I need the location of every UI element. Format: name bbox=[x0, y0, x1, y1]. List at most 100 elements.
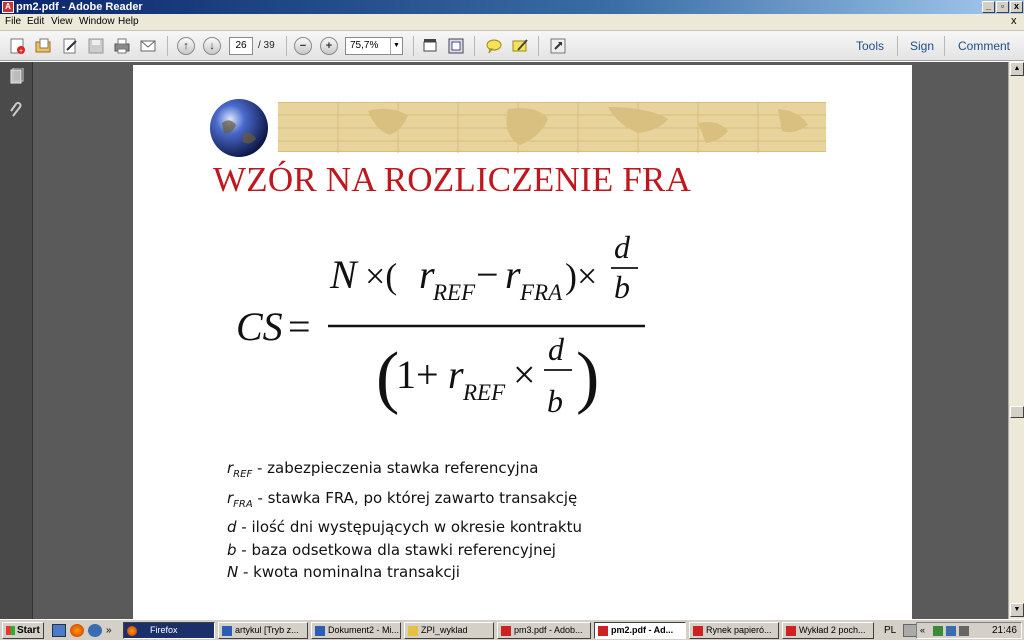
menu-window[interactable]: Window bbox=[79, 16, 115, 27]
windows-logo-icon bbox=[6, 626, 15, 635]
page-thumbnails-icon bbox=[10, 67, 24, 84]
scroll-up-icon[interactable]: ▲ bbox=[1010, 62, 1024, 76]
word-icon bbox=[222, 626, 232, 636]
task-dokument2[interactable]: Dokument2 - Mi... bbox=[311, 622, 401, 639]
task-wyklad2[interactable]: Wykład 2 poch... bbox=[782, 622, 874, 639]
definition-row: rREF - zabezpieczenia stawka referencyjn… bbox=[227, 459, 539, 480]
expand-arrows-icon bbox=[550, 38, 566, 54]
taskbar: Start » Firefox artykul [Tryb z... Dokum… bbox=[0, 619, 1024, 640]
toolbar-separator bbox=[944, 36, 945, 56]
task-pm3-pdf[interactable]: pm3.pdf - Adob... bbox=[497, 622, 591, 639]
vertical-scrollbar[interactable]: ▲ ▼ bbox=[1008, 62, 1024, 619]
menu-view[interactable]: View bbox=[51, 16, 73, 27]
svg-text:×(: ×( bbox=[365, 256, 397, 296]
scroll-down-icon[interactable]: ▼ bbox=[1010, 603, 1024, 617]
chevron-right-icon[interactable]: » bbox=[106, 624, 120, 637]
system-tray: « 21:46 bbox=[916, 622, 1022, 639]
menu-help[interactable]: Help bbox=[118, 16, 139, 27]
comment-bubble-icon bbox=[486, 39, 502, 54]
chevron-left-icon[interactable]: « bbox=[920, 625, 925, 635]
zoom-in-button[interactable]: + bbox=[319, 36, 339, 56]
start-button[interactable]: Start bbox=[2, 622, 44, 639]
keyboard-icon[interactable] bbox=[903, 624, 917, 637]
svg-text:b: b bbox=[547, 383, 563, 419]
previous-page-button[interactable]: ↑ bbox=[176, 36, 196, 56]
svg-text:N: N bbox=[329, 252, 359, 297]
arrow-down-icon: ↓ bbox=[203, 37, 221, 55]
pencil-page-icon bbox=[63, 38, 77, 54]
scroll-thumb[interactable] bbox=[1010, 406, 1024, 418]
sticky-note-button[interactable] bbox=[484, 36, 504, 56]
chevron-down-icon[interactable]: ▼ bbox=[390, 38, 402, 54]
svg-text:×: × bbox=[513, 352, 536, 397]
save-icon bbox=[88, 38, 104, 54]
task-artykul[interactable]: artykul [Tryb z... bbox=[218, 622, 308, 639]
expand-button[interactable] bbox=[548, 36, 568, 56]
highlight-button[interactable] bbox=[510, 36, 530, 56]
minimize-button[interactable]: _ bbox=[982, 1, 995, 13]
next-page-button[interactable]: ↓ bbox=[202, 36, 222, 56]
toolbar-separator bbox=[413, 36, 414, 56]
zoom-out-button[interactable]: − bbox=[293, 36, 313, 56]
menu-file[interactable]: File bbox=[5, 16, 21, 27]
plus-icon: + bbox=[320, 37, 338, 55]
toolbar: + ↑ ↓ 26 / 39 − + 75,7% ▼ Tools Sign Com… bbox=[0, 31, 1024, 61]
svg-text:REF: REF bbox=[462, 380, 506, 405]
internet-explorer-icon[interactable] bbox=[88, 624, 102, 637]
definition-row: rFRA - stawka FRA, po której zawarto tra… bbox=[227, 488, 578, 510]
print-button[interactable] bbox=[112, 36, 132, 56]
fit-width-icon bbox=[423, 39, 437, 52]
fit-page-icon bbox=[448, 38, 464, 54]
sign-link[interactable]: Sign bbox=[910, 39, 934, 53]
toolbar-separator bbox=[538, 36, 539, 56]
toolbar-separator bbox=[167, 36, 168, 56]
document-close-button[interactable]: x bbox=[1011, 15, 1017, 27]
pdf-icon bbox=[693, 626, 703, 636]
fit-page-button[interactable] bbox=[446, 36, 466, 56]
create-pdf-icon: + bbox=[10, 38, 25, 55]
close-button[interactable]: x bbox=[1010, 1, 1023, 13]
firefox-icon bbox=[127, 626, 137, 636]
security-icon[interactable] bbox=[933, 626, 943, 636]
save-button[interactable] bbox=[86, 36, 106, 56]
tools-link[interactable]: Tools bbox=[856, 39, 884, 53]
network-icon[interactable] bbox=[946, 626, 956, 636]
language-indicator[interactable]: PL bbox=[884, 625, 896, 636]
email-button[interactable] bbox=[138, 36, 158, 56]
svg-text:b: b bbox=[614, 269, 630, 305]
page-thumbnails-button[interactable] bbox=[8, 67, 25, 90]
open-button[interactable] bbox=[33, 36, 53, 56]
definition-row: d - ilość dni występujących w okresie ko… bbox=[227, 518, 582, 536]
page-number-input[interactable]: 26 bbox=[229, 37, 253, 55]
svg-text:): ) bbox=[576, 339, 599, 416]
show-desktop-icon[interactable] bbox=[52, 624, 66, 637]
world-map-banner bbox=[278, 102, 826, 153]
svg-text:−: − bbox=[476, 252, 499, 297]
fit-width-button[interactable] bbox=[420, 36, 440, 56]
task-zpi-wyklad[interactable]: ZPI_wyklad bbox=[404, 622, 494, 639]
page-total: / 39 bbox=[258, 40, 275, 51]
svg-text:r: r bbox=[505, 252, 521, 297]
firefox-icon[interactable] bbox=[70, 624, 84, 637]
paperclip-icon bbox=[10, 102, 22, 117]
attachments-button[interactable] bbox=[8, 102, 25, 124]
adobe-reader-icon: A bbox=[2, 1, 14, 13]
task-pm2-pdf[interactable]: pm2.pdf - Ad... bbox=[594, 622, 686, 639]
envelope-icon bbox=[140, 40, 156, 52]
zoom-select[interactable]: 75,7% ▼ bbox=[345, 37, 403, 55]
task-firefox[interactable]: Firefox bbox=[123, 622, 215, 639]
svg-text:d: d bbox=[614, 230, 631, 265]
definition-row: b - baza odsetkowa dla stawki referencyj… bbox=[227, 540, 556, 559]
edit-button[interactable] bbox=[60, 36, 80, 56]
clock[interactable]: 21:46 bbox=[992, 625, 1017, 636]
printer-icon bbox=[114, 38, 130, 54]
pdf-icon bbox=[786, 626, 796, 636]
restore-button[interactable]: ▫ bbox=[996, 1, 1009, 13]
volume-icon[interactable] bbox=[959, 626, 969, 636]
create-pdf-button[interactable]: + bbox=[7, 36, 27, 56]
open-folder-icon bbox=[35, 38, 51, 53]
menu-edit[interactable]: Edit bbox=[27, 16, 44, 27]
navigation-panel bbox=[0, 62, 33, 619]
comment-link[interactable]: Comment bbox=[958, 39, 1010, 53]
task-rynek[interactable]: Rynek papieró... bbox=[689, 622, 779, 639]
